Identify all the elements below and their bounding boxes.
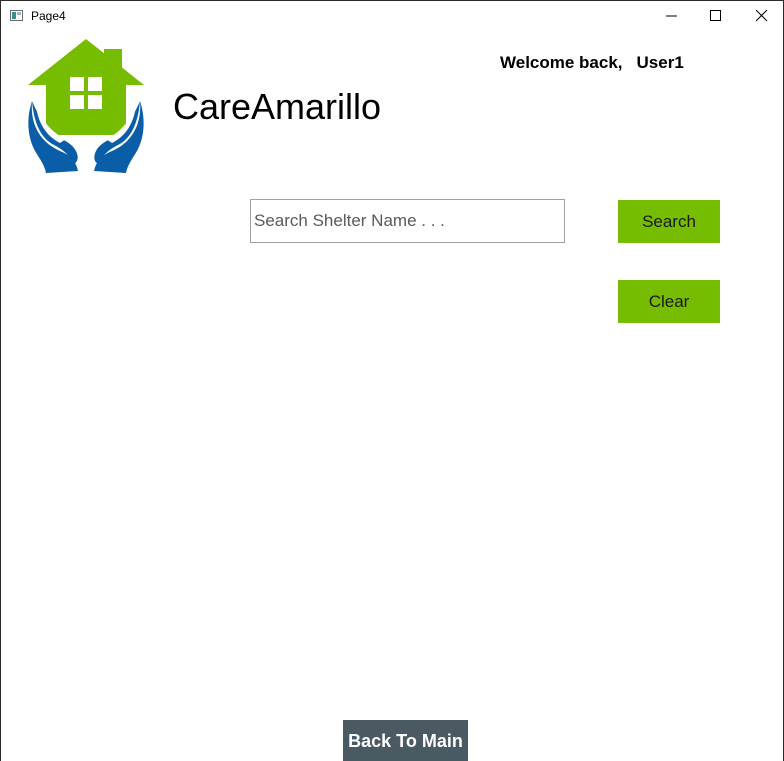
app-window: Page4 CareAmarillo Welcome back, User1 S… xyxy=(0,0,784,761)
house-in-hands-icon xyxy=(28,39,144,173)
maximize-button[interactable] xyxy=(693,1,739,31)
username-label: User1 xyxy=(636,53,684,72)
close-button[interactable] xyxy=(739,1,784,31)
window-title: Page4 xyxy=(31,9,66,23)
title-bar[interactable]: Page4 xyxy=(1,1,783,31)
clear-button[interactable]: Clear xyxy=(618,280,720,323)
minimize-icon xyxy=(666,15,677,17)
minimize-button[interactable] xyxy=(649,1,695,31)
welcome-prefix: Welcome back, xyxy=(500,53,623,72)
welcome-message: Welcome back, User1 xyxy=(500,53,684,73)
back-to-main-button[interactable]: Back To Main xyxy=(343,720,468,761)
app-window-icon xyxy=(10,10,23,21)
close-icon xyxy=(756,10,768,22)
search-button[interactable]: Search xyxy=(618,200,720,243)
search-shelter-input[interactable] xyxy=(250,199,565,243)
app-name: CareAmarillo xyxy=(173,86,382,127)
maximize-icon xyxy=(710,10,721,21)
